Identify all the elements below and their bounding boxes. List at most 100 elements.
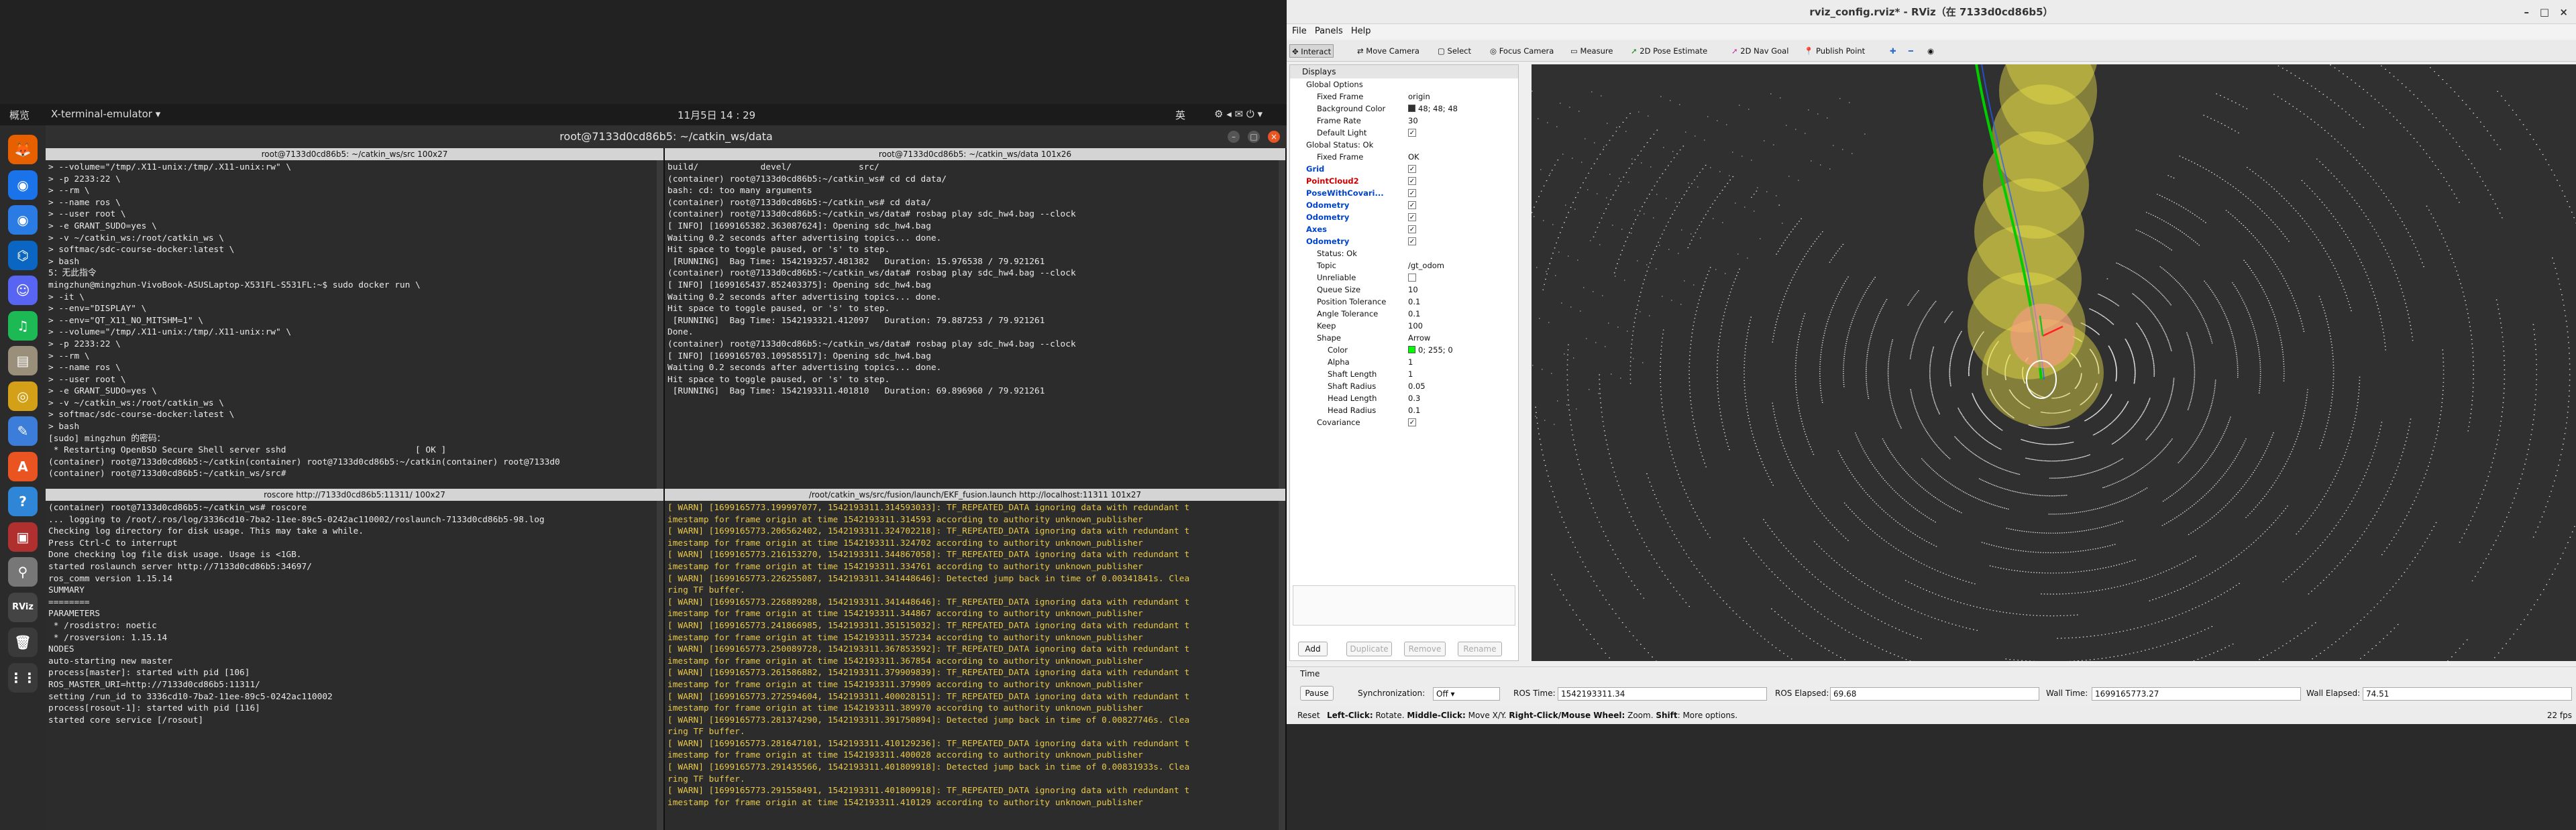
firefox-icon[interactable]: 🦊 — [8, 135, 38, 164]
apps-grid-icon[interactable]: ⋮⋮ — [8, 662, 38, 693]
display-row[interactable]: Unreliable — [1290, 272, 1518, 284]
display-property-value[interactable]: 100 — [1408, 321, 1423, 331]
pane-output[interactable]: > --volume="/tmp/.X11-unix:/tmp/.X11-uni… — [48, 162, 655, 489]
value-cell[interactable]: /gt_odom — [1408, 259, 1444, 272]
activities-button[interactable]: 概览 — [9, 108, 30, 122]
value-cell[interactable]: 0; 255; 0 — [1408, 344, 1453, 356]
display-property-value[interactable]: 0.1 — [1408, 297, 1420, 306]
display-row[interactable]: Axes ✓ — [1290, 223, 1518, 235]
display-row[interactable]: Fixed Frame origin — [1290, 91, 1518, 103]
add-tool-icon[interactable]: ✚ — [1888, 44, 1898, 58]
3d-view[interactable] — [1532, 64, 2576, 661]
tool-properties-icon[interactable]: ◉ — [1925, 44, 1936, 58]
pane-scrollbar[interactable] — [657, 501, 663, 830]
terminal-pane-roscore[interactable]: roscore http://7133d0cd86b5:11311/ 100x2… — [46, 489, 665, 830]
display-row[interactable]: Background Color 48; 48; 48 — [1290, 103, 1518, 115]
pane-scrollbar[interactable] — [1279, 501, 1285, 830]
value-cell[interactable]: 0.1 — [1408, 404, 1420, 416]
3d-scene[interactable] — [1532, 64, 2576, 661]
ros-elapsed-field[interactable]: 69.68 — [1830, 687, 2039, 701]
value-cell[interactable]: 100 — [1408, 320, 1423, 332]
color-swatch[interactable] — [1408, 105, 1415, 112]
display-property-value[interactable]: 0.05 — [1408, 381, 1426, 391]
chromium-icon[interactable]: ◉ — [8, 205, 38, 235]
display-row[interactable]: Topic/gt_odom — [1290, 259, 1518, 272]
display-property-value[interactable]: 0.1 — [1408, 309, 1420, 318]
display-property-value[interactable]: 48; 48; 48 — [1418, 104, 1458, 113]
display-property-value[interactable]: 10 — [1408, 285, 1418, 294]
wall-time-field[interactable]: 1699165773.27 — [2092, 687, 2301, 701]
pane-title[interactable]: root@7133d0cd86b5: ~/catkin_ws/src 100x2… — [46, 148, 663, 160]
terminal-pane-data[interactable]: root@7133d0cd86b5: ~/catkin_ws/data 101x… — [665, 148, 1287, 489]
menu-file[interactable]: File — [1292, 24, 1307, 39]
display-row[interactable]: Shaft Radius 0.05 — [1290, 380, 1518, 392]
rename-button[interactable]: Rename — [1458, 642, 1502, 656]
enable-checkbox[interactable]: ✓ — [1408, 177, 1416, 185]
value-cell[interactable]: 48; 48; 48 — [1408, 103, 1458, 115]
files-icon[interactable]: ▤ — [8, 346, 38, 375]
pane-scrollbar[interactable] — [657, 160, 663, 489]
measure-tool[interactable]: ▭ Measure — [1568, 44, 1615, 58]
wall-elapsed-field[interactable]: 74.51 — [2363, 687, 2572, 701]
enable-checkbox[interactable]: ✓ — [1408, 165, 1416, 173]
display-property-value[interactable]: 0; 255; 0 — [1418, 345, 1453, 355]
menu-panels[interactable]: Panels — [1315, 24, 1343, 39]
value-cell[interactable]: 30 — [1408, 115, 1418, 127]
enable-checkbox[interactable]: ✓ — [1408, 237, 1416, 245]
display-row[interactable]: Position Tolerance 0.1 — [1290, 296, 1518, 308]
display-property-value[interactable]: 30 — [1408, 116, 1418, 125]
enable-checkbox[interactable]: ✓ — [1408, 213, 1416, 221]
enable-checkbox[interactable]: ✓ — [1408, 201, 1416, 209]
display-row[interactable]: Odometry ✓ — [1290, 211, 1518, 223]
ime-indicator[interactable]: 英 — [1175, 108, 1185, 122]
reset-button[interactable]: Reset — [1297, 707, 1320, 724]
display-row[interactable]: Angle Tolerance 0.1 — [1290, 308, 1518, 320]
display-row[interactable]: Default Light ✓ — [1290, 127, 1518, 139]
display-row[interactable]: PoseWithCovari... ✓ — [1290, 187, 1518, 199]
spotify-icon[interactable]: ♫ — [8, 310, 38, 341]
pane-output[interactable]: build/ devel/ src/ (container) root@7133d… — [667, 162, 1277, 489]
value-cell[interactable]: OK — [1408, 151, 1419, 163]
value-cell[interactable]: Arrow — [1408, 332, 1430, 344]
display-property-value[interactable]: /gt_odom — [1408, 261, 1444, 270]
pause-button[interactable]: Pause — [1300, 686, 1334, 701]
display-row[interactable]: Global Status: Ok — [1290, 139, 1518, 151]
help-icon[interactable]: ? — [8, 487, 38, 516]
terminal-pane-src[interactable]: root@7133d0cd86b5: ~/catkin_ws/src 100x2… — [46, 148, 665, 489]
display-row[interactable]: Queue Size 10 — [1290, 284, 1518, 296]
pane-output[interactable]: (container) root@7133d0cd86b5:~/catkin_w… — [48, 502, 655, 830]
close-icon[interactable]: × — [2559, 0, 2568, 24]
display-row[interactable]: Grid ✓ — [1290, 163, 1518, 175]
display-row[interactable]: Head Radius 0.1 — [1290, 404, 1518, 416]
display-row[interactable]: Keep 100 — [1290, 320, 1518, 332]
appstore-icon[interactable]: A — [8, 451, 38, 481]
display-row[interactable]: Alpha 1 — [1290, 356, 1518, 368]
discord-icon[interactable]: ☺ — [8, 276, 38, 305]
pane-output[interactable]: [ WARN] [1699165773.199997077, 154219331… — [667, 502, 1277, 830]
menu-help[interactable]: Help — [1351, 24, 1371, 39]
value-cell[interactable]: 1 — [1408, 368, 1413, 380]
app-menu[interactable]: X-terminal-emulator ▾ — [51, 108, 160, 120]
interact-tool[interactable]: ✥ Interact — [1289, 44, 1334, 58]
text-editor-icon[interactable]: ✎ — [8, 416, 38, 446]
maximize-icon[interactable]: □ — [1248, 131, 1260, 143]
enable-checkbox[interactable]: ✓ — [1408, 189, 1416, 197]
maximize-icon[interactable]: □ — [2540, 0, 2549, 24]
focus-camera-tool[interactable]: ◎ Focus Camera — [1488, 44, 1556, 58]
enable-checkbox[interactable] — [1408, 274, 1416, 282]
display-property-value[interactable]: origin — [1408, 92, 1430, 101]
sync-select[interactable]: Off ▾ — [1433, 687, 1500, 701]
value-cell[interactable]: 0.3 — [1408, 392, 1420, 404]
display-property-value[interactable]: 0.1 — [1408, 406, 1420, 415]
minimize-icon[interactable]: – — [2524, 0, 2530, 24]
display-row[interactable]: Shaft Length 1 — [1290, 368, 1518, 380]
vscode-icon[interactable]: ⌬ — [8, 240, 38, 270]
move-camera-tool[interactable]: ⇄ Move Camera — [1355, 44, 1421, 58]
terminal-icon[interactable]: ▣ — [8, 522, 38, 552]
display-row[interactable]: Status: Ok — [1290, 247, 1518, 259]
remove-tool-icon[interactable]: ━ — [1907, 44, 1915, 58]
publish-point-tool[interactable]: 📍 Publish Point — [1802, 44, 1867, 58]
display-row[interactable]: Odometry ✓ — [1290, 235, 1518, 247]
system-tray-icons[interactable]: ⚙ ◂ ✉ ⏻ ▾ — [1214, 108, 1263, 120]
rhythmbox-icon[interactable]: ◎ — [8, 381, 38, 411]
